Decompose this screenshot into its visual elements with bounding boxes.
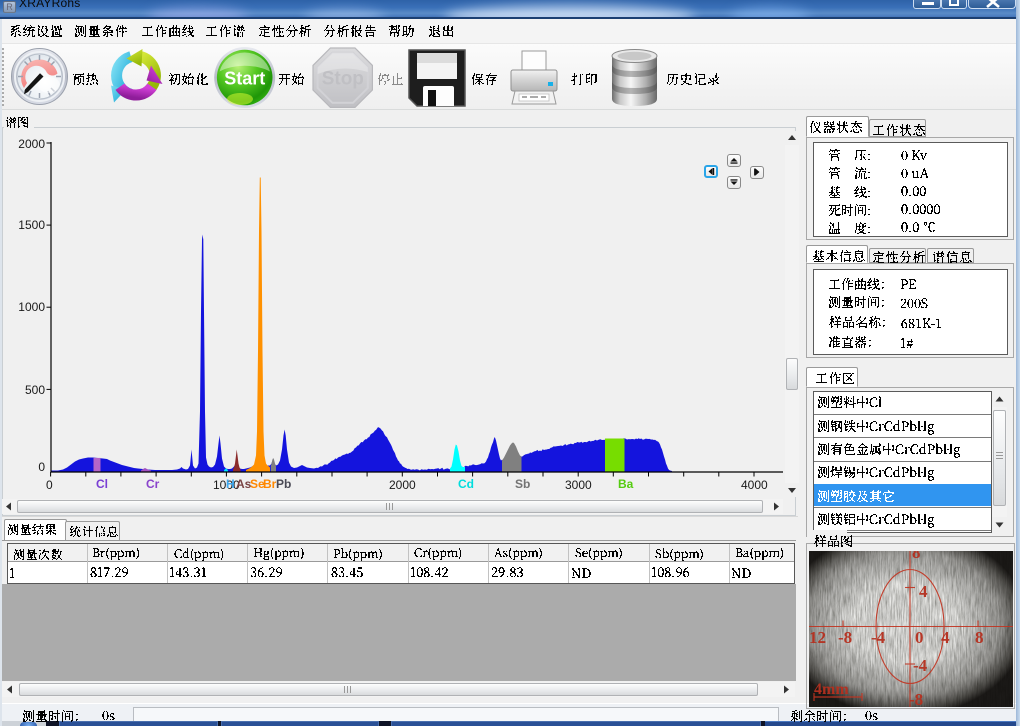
svg-text:8: 8 (912, 551, 921, 562)
svg-text:-8: -8 (909, 690, 923, 707)
svg-text:-4: -4 (871, 628, 886, 647)
svg-text:12: 12 (809, 628, 826, 647)
svg-text:4: 4 (941, 628, 950, 647)
svg-text:-4: -4 (913, 656, 928, 675)
svg-text:0: 0 (915, 628, 924, 647)
svg-text:4mm: 4mm (814, 681, 849, 698)
svg-text:4: 4 (919, 582, 928, 601)
svg-text:8: 8 (975, 628, 984, 647)
svg-text:-8: -8 (838, 628, 852, 647)
